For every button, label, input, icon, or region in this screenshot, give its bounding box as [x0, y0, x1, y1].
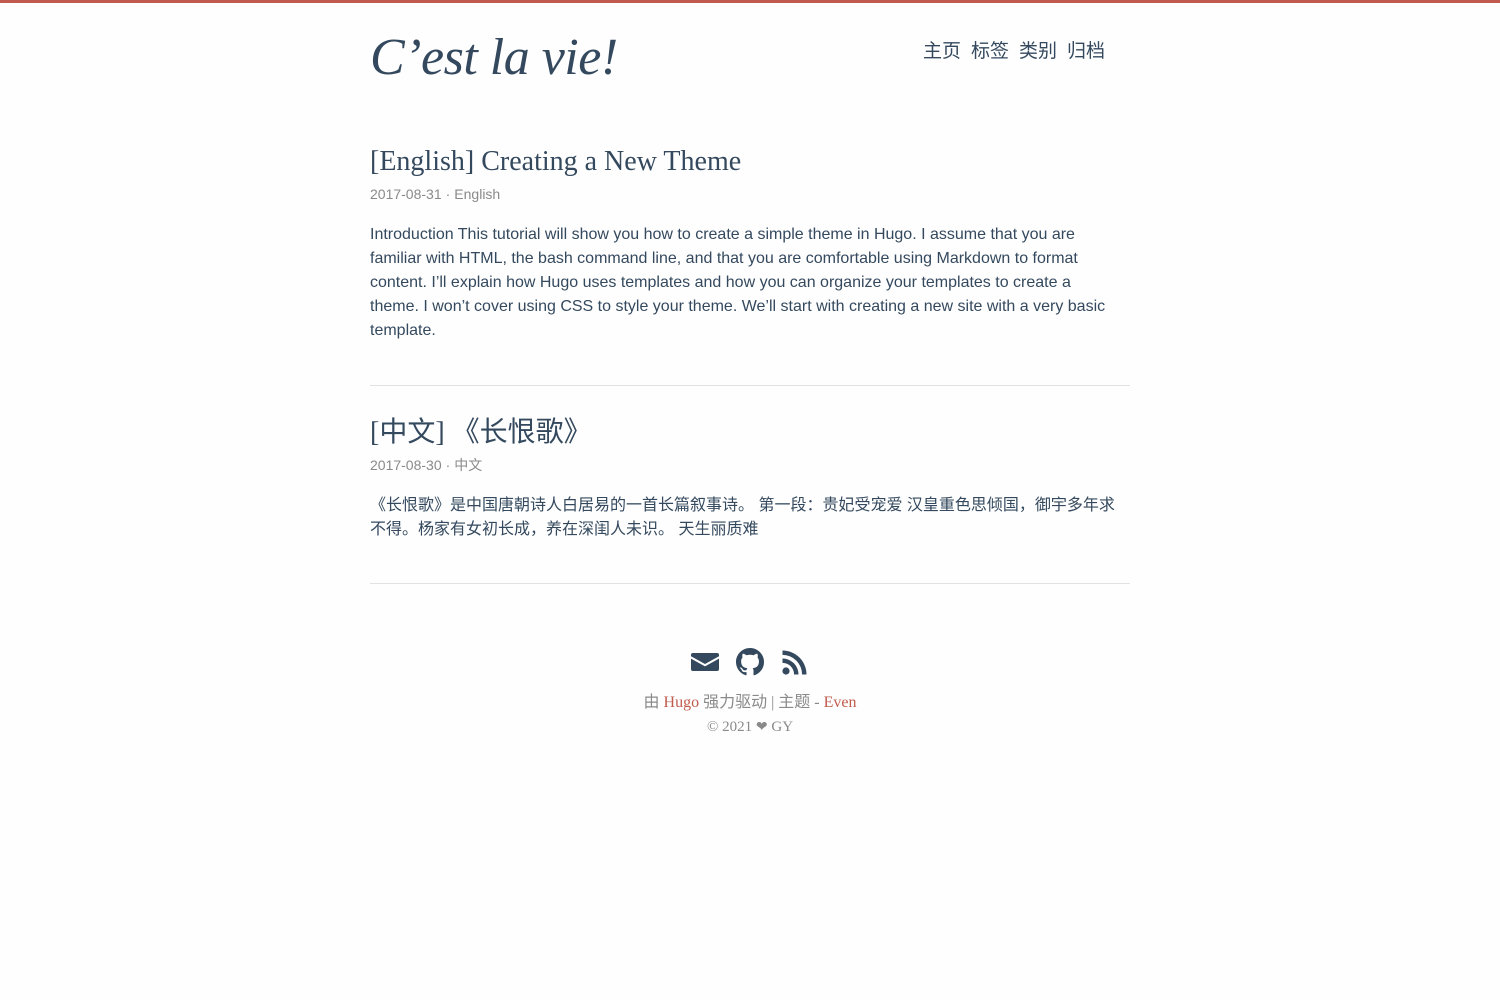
post-category-link[interactable]: 中文 — [454, 457, 482, 473]
author-name: GY — [771, 719, 794, 735]
post-item: [English] Creating a New Theme 2017-08-3… — [370, 144, 1130, 343]
social-links — [0, 645, 1500, 679]
copyright-year: © 2021 — [706, 719, 753, 735]
email-icon — [691, 653, 719, 671]
email-link[interactable] — [691, 647, 719, 677]
site-logo[interactable]: C’est la vie! — [370, 28, 618, 88]
post-summary: Introduction This tutorial will show you… — [370, 226, 1106, 339]
post-title-link[interactable]: [English] Creating a New Theme — [370, 144, 1130, 180]
nav-item-archives[interactable]: 归档 — [1067, 38, 1105, 66]
main-nav: 主页 标签 类别 归档 — [923, 38, 1105, 66]
nav-item-tags[interactable]: 标签 — [971, 38, 1009, 66]
nav-item-categories[interactable]: 类别 — [1019, 38, 1057, 66]
powered-middle: 强力驱动 | 主题 - — [703, 694, 820, 711]
copyright: © 2021 ❤ GY — [0, 715, 1500, 740]
post-date: 2017-08-30 — [370, 457, 442, 473]
post-divider — [370, 385, 1130, 386]
meta-separator: · — [445, 186, 451, 202]
site-footer: 由 Hugo 强力驱动 | 主题 - Even © 2021 ❤ GY — [0, 645, 1500, 740]
post-meta: 2017-08-30 · 中文 — [370, 455, 1130, 475]
nav-item-home[interactable]: 主页 — [923, 38, 961, 66]
theme-link[interactable]: Even — [824, 694, 857, 711]
post-divider — [370, 583, 1130, 584]
post-item: [中文] 《长恨歌》 2017-08-30 · 中文 《长恨歌》是中国唐朝诗人白居易… — [370, 415, 1130, 542]
post-title-link[interactable]: [中文] 《长恨歌》 — [370, 415, 1130, 451]
powered-by-text: 由 Hugo 强力驱动 | 主题 - Even — [0, 691, 1500, 715]
hugo-link[interactable]: Hugo — [664, 694, 700, 711]
rss-link[interactable] — [781, 647, 809, 677]
github-icon — [736, 648, 764, 676]
post-category-link[interactable]: English — [454, 186, 500, 202]
post-meta: 2017-08-31 · English — [370, 184, 1130, 204]
meta-separator: · — [445, 457, 451, 473]
github-link[interactable] — [736, 647, 764, 677]
post-summary: 《长恨歌》是中国唐朝诗人白居易的一首长篇叙事诗。 第一段：贵妃受宠爱 汉皇重色思… — [370, 497, 1115, 538]
top-accent-bar — [0, 0, 1500, 3]
post-date: 2017-08-31 — [370, 186, 442, 202]
powered-prefix: 由 — [643, 694, 660, 711]
rss-icon — [782, 650, 807, 675]
heart-icon: ❤ — [755, 720, 768, 735]
